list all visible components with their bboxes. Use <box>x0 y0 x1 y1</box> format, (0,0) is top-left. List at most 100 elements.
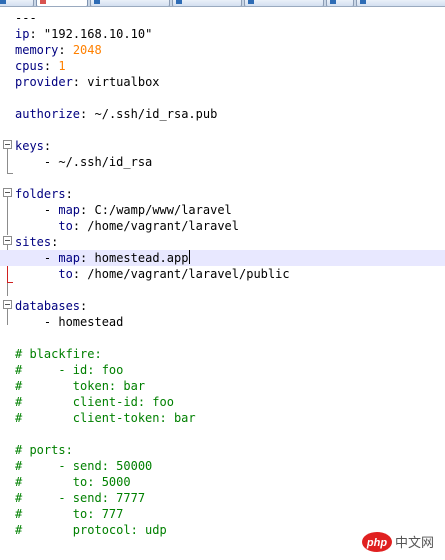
yaml-text: - homestead <box>15 315 124 329</box>
code-text: ip: "192.168.10.10" <box>15 27 153 41</box>
yaml-comment: # blackfire: <box>15 347 102 361</box>
yaml-comment: # client-token: bar <box>15 411 196 425</box>
yaml-key: cpus <box>15 59 44 73</box>
code-line[interactable] <box>0 330 445 346</box>
code-line[interactable]: - map: homestead.app <box>0 250 445 266</box>
editor-tab[interactable] <box>172 0 242 6</box>
file-icon <box>330 0 336 4</box>
code-text: - homestead <box>15 314 123 330</box>
editor-tab[interactable] <box>36 0 88 6</box>
code-text: databases: <box>15 299 88 313</box>
code-line[interactable]: to: /home/vagrant/laravel/public <box>0 266 445 282</box>
file-icon <box>360 0 366 4</box>
code-line[interactable] <box>0 426 445 442</box>
code-line[interactable]: # client-token: bar <box>0 410 445 426</box>
code-line[interactable]: authorize: ~/.ssh/id_rsa.pub <box>0 106 445 122</box>
code-line[interactable]: to: /home/vagrant/laravel <box>0 218 445 234</box>
code-text: folders: <box>15 187 73 201</box>
file-icon <box>248 0 254 4</box>
yaml-key: keys <box>15 139 44 153</box>
code-line[interactable]: cpus: 1 <box>0 58 445 74</box>
code-line[interactable]: # client-id: foo <box>0 394 445 410</box>
code-text: - ~/.ssh/id_rsa <box>15 154 152 170</box>
yaml-comment: # - send: 7777 <box>15 491 146 505</box>
editor-tab[interactable] <box>326 0 354 6</box>
code-text: to: /home/vagrant/laravel <box>15 218 239 234</box>
yaml-value: /home/vagrant/laravel <box>87 219 239 233</box>
code-line[interactable]: # blackfire: <box>0 346 445 362</box>
code-text: # ports: <box>15 442 73 458</box>
code-text: memory: 2048 <box>15 43 102 57</box>
yaml-value: virtualbox <box>87 75 160 89</box>
code-line[interactable]: provider: virtualbox <box>0 74 445 90</box>
editor-tab[interactable] <box>244 0 324 6</box>
code-text: # protocol: udp <box>15 522 167 538</box>
code-text: - map: homestead.app <box>15 250 191 265</box>
file-icon <box>40 0 46 4</box>
yaml-text: --- <box>15 11 37 25</box>
code-line[interactable]: folders: <box>0 186 445 202</box>
code-line[interactable]: # ports: <box>0 442 445 458</box>
code-line[interactable] <box>0 90 445 106</box>
code-line[interactable]: # - id: foo <box>0 362 445 378</box>
yaml-value: /home/vagrant/laravel/public <box>87 267 290 281</box>
svg-text:中文网: 中文网 <box>395 536 434 551</box>
yaml-comment: # token: bar <box>15 379 146 393</box>
code-line[interactable]: ip: "192.168.10.10" <box>0 26 445 42</box>
code-line[interactable]: keys: <box>0 138 445 154</box>
code-line[interactable]: # token: bar <box>0 378 445 394</box>
editor-tab[interactable] <box>0 0 34 6</box>
code-line[interactable]: # to: 5000 <box>0 474 445 490</box>
yaml-key: map <box>58 203 81 217</box>
code-line[interactable]: # - send: 50000 <box>0 458 445 474</box>
yaml-indent: - <box>15 251 59 265</box>
yaml-value: ~/.ssh/id_rsa.pub <box>94 107 218 121</box>
code-line[interactable]: databases: <box>0 298 445 314</box>
file-icon <box>94 0 100 4</box>
yaml-comment: # to: 777 <box>15 507 124 521</box>
yaml-key: to <box>58 267 73 281</box>
yaml-comment: # client-id: foo <box>15 395 174 409</box>
code-line[interactable]: # to: 777 <box>0 506 445 522</box>
code-text: keys: <box>15 139 52 153</box>
yaml-value: "192.168.10.10" <box>43 27 153 41</box>
code-line[interactable] <box>0 170 445 186</box>
yaml-key: authorize <box>15 107 81 121</box>
yaml-key: to <box>58 219 73 233</box>
yaml-indent <box>15 267 58 281</box>
code-text: # - send: 7777 <box>15 490 145 506</box>
file-icon <box>0 0 6 4</box>
yaml-key: provider <box>15 75 73 89</box>
code-line[interactable]: sites: <box>0 234 445 250</box>
yaml-comment: # - send: 50000 <box>15 459 153 473</box>
svg-text:php: php <box>366 537 387 549</box>
yaml-key: ip <box>15 27 30 41</box>
code-text: authorize: ~/.ssh/id_rsa.pub <box>15 107 218 121</box>
yaml-key: sites <box>15 235 52 249</box>
code-text: # to: 777 <box>15 506 123 522</box>
code-line[interactable]: # - send: 7777 <box>0 490 445 506</box>
yaml-comment: # to: 5000 <box>15 475 131 489</box>
code-line[interactable]: --- <box>0 10 445 26</box>
code-editor[interactable]: --- ip: "192.168.10.10" memory: 2048 cpus: … <box>0 7 445 560</box>
yaml-text: - ~/.ssh/id_rsa <box>15 155 153 169</box>
yaml-key: map <box>58 251 81 265</box>
code-text: # to: 5000 <box>15 474 131 490</box>
code-text: # - id: foo <box>15 362 123 378</box>
code-line[interactable]: - homestead <box>0 314 445 330</box>
code-line[interactable]: - map: C:/wamp/www/laravel <box>0 202 445 218</box>
code-text: to: /home/vagrant/laravel/public <box>15 266 290 282</box>
yaml-value: homestead.app <box>94 251 189 265</box>
code-line[interactable] <box>0 282 445 298</box>
code-text: # client-token: bar <box>15 410 196 426</box>
code-text: cpus: 1 <box>15 59 66 73</box>
code-line[interactable]: - ~/.ssh/id_rsa <box>0 154 445 170</box>
php-logo-watermark: php 中文网 <box>361 528 441 556</box>
editor-tab[interactable] <box>356 0 445 6</box>
code-line[interactable] <box>0 122 445 138</box>
code-text: # blackfire: <box>15 346 102 362</box>
yaml-key: folders <box>15 187 66 201</box>
yaml-indent <box>15 219 58 233</box>
code-line[interactable]: memory: 2048 <box>0 42 445 58</box>
editor-tab[interactable] <box>90 0 170 6</box>
